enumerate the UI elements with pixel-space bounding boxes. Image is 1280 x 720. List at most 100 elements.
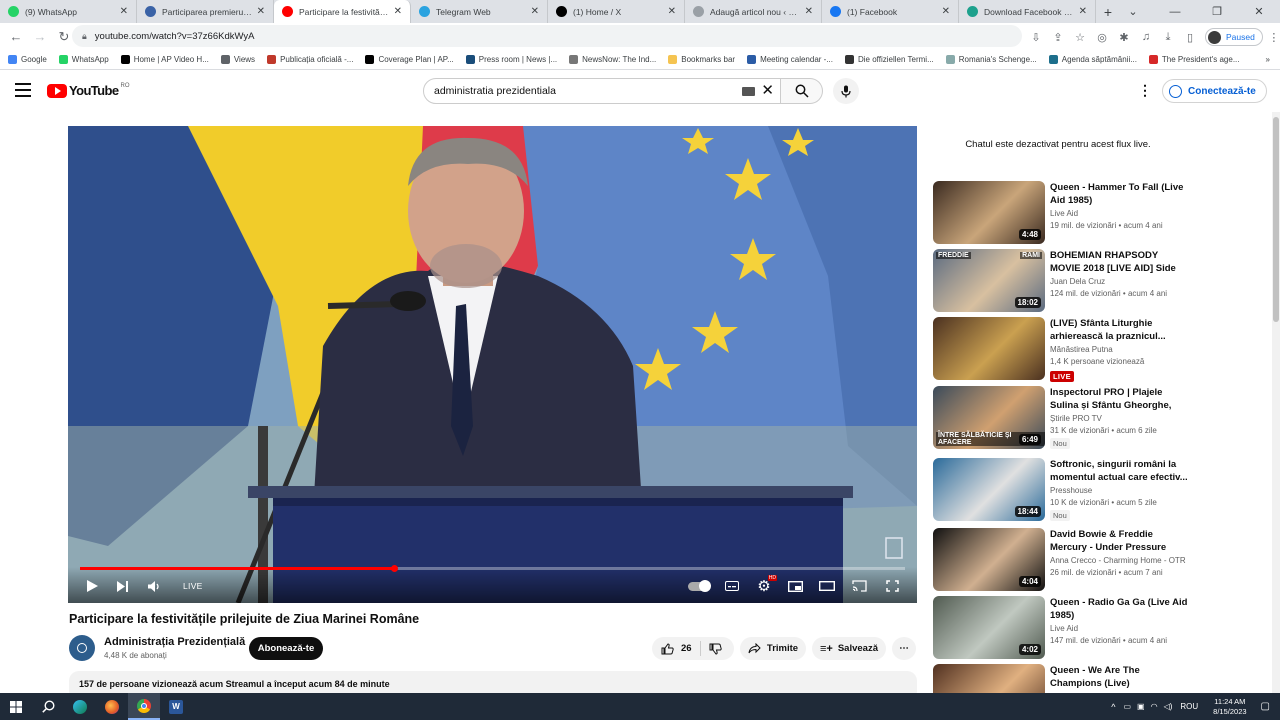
keyboard-icon[interactable] bbox=[742, 87, 755, 96]
taskbar-search-button[interactable] bbox=[32, 693, 64, 720]
browser-tab[interactable]: (1) Home / X ✕ bbox=[548, 0, 685, 23]
browser-tab[interactable]: (1) Facebook ✕ bbox=[822, 0, 959, 23]
video-thumbnail[interactable]: 4:48 bbox=[933, 181, 1045, 244]
clock[interactable]: 11:24 AM 8/15/2023 bbox=[1213, 697, 1246, 717]
save-button[interactable]: ≡+ Salvează bbox=[812, 637, 886, 660]
recommended-video[interactable]: 4:04 David Bowie & Freddie Mercury - Unde… bbox=[933, 528, 1263, 594]
firefox-taskbar-icon[interactable] bbox=[96, 693, 128, 720]
recommended-title[interactable]: (LIVE) Sfânta Liturghie arhierească la p… bbox=[1050, 317, 1188, 343]
start-button[interactable] bbox=[0, 693, 32, 720]
browser-tab[interactable]: Participare la festivitățile p ✕ bbox=[274, 0, 411, 23]
bookmark-item[interactable]: Meeting calendar -... bbox=[747, 55, 833, 64]
live-indicator[interactable]: LIVE bbox=[183, 577, 203, 595]
minimize-button[interactable]: — bbox=[1154, 0, 1196, 23]
recommended-channel[interactable]: Mănăstirea Putna bbox=[1050, 345, 1113, 354]
tab-close-icon[interactable]: ✕ bbox=[668, 6, 676, 17]
show-hidden-icons[interactable]: ^ bbox=[1111, 702, 1115, 712]
restore-button[interactable]: ❐ bbox=[1196, 0, 1238, 23]
network-icon[interactable]: ▭ bbox=[1123, 702, 1131, 711]
page-scrollbar[interactable] bbox=[1272, 112, 1280, 693]
recommended-title[interactable]: Queen - Hammer To Fall (Live Aid 1985) bbox=[1050, 181, 1188, 207]
video-thumbnail[interactable]: 4:02 bbox=[933, 596, 1045, 659]
bookmark-item[interactable]: NewsNow: The Ind... bbox=[569, 55, 656, 64]
browser-menu-icon[interactable]: ⋮ bbox=[1263, 26, 1280, 48]
browser-tab[interactable]: Telegram Web ✕ bbox=[411, 0, 548, 23]
recommended-title[interactable]: Queen - Radio Ga Ga (Live Aid 1985) bbox=[1050, 596, 1188, 622]
miniplayer-button[interactable] bbox=[786, 577, 804, 595]
progress-bar[interactable] bbox=[80, 565, 905, 572]
recommended-video[interactable]: FREDDIE RAMI 18:02 BOHEMIAN RHAPSODY MOVIE … bbox=[933, 249, 1263, 315]
video-thumbnail[interactable]: FREDDIE RAMI 18:02 bbox=[933, 249, 1045, 312]
browser-tab[interactable]: Participarea premierului M ✕ bbox=[137, 0, 274, 23]
play-button[interactable] bbox=[84, 577, 100, 595]
close-window-button[interactable]: ✕ bbox=[1238, 0, 1280, 23]
bookmark-item[interactable]: Agenda săptămânii... bbox=[1048, 55, 1137, 64]
extension-globe-icon[interactable]: ◎ bbox=[1091, 26, 1113, 48]
recommended-channel[interactable]: Live Aid bbox=[1050, 209, 1078, 218]
bookmark-item[interactable]: Bookmarks bar bbox=[668, 55, 735, 64]
word-taskbar-icon[interactable]: W bbox=[160, 693, 192, 720]
recommended-title[interactable]: David Bowie & Freddie Mercury - Under Pr… bbox=[1050, 528, 1188, 554]
wifi-icon[interactable]: ◠ bbox=[1151, 702, 1158, 711]
settings-menu-icon[interactable]: ⋮ bbox=[1138, 82, 1152, 99]
recommended-video[interactable]: (LIVE) Sfânta Liturghie arhierească la p… bbox=[933, 317, 1263, 383]
chrome-taskbar-icon[interactable] bbox=[128, 693, 160, 720]
tab-close-icon[interactable]: ✕ bbox=[257, 6, 265, 17]
media-control-icon[interactable]: ♫ bbox=[1135, 26, 1157, 48]
recommended-channel[interactable]: Juan Dela Cruz bbox=[1050, 277, 1105, 286]
recommended-title[interactable]: Queen - We Are The Champions (Live) bbox=[1050, 664, 1188, 690]
video-thumbnail[interactable]: ÎNTRE SĂLBĂTICIE ȘI AFACERE 6:49 bbox=[933, 386, 1045, 449]
search-button[interactable] bbox=[781, 78, 823, 104]
recommended-video[interactable]: ÎNTRE SĂLBĂTICIE ȘI AFACERE 6:49 Inspector… bbox=[933, 386, 1263, 452]
subscribe-button[interactable]: Abonează-te bbox=[249, 637, 323, 660]
recommended-video[interactable]: 18:44 Softronic, singurii români la momen… bbox=[933, 458, 1263, 524]
theater-mode-button[interactable] bbox=[818, 577, 836, 595]
bookmark-item[interactable]: The President's age... bbox=[1148, 55, 1240, 64]
bookmark-item[interactable]: Google bbox=[8, 55, 47, 64]
display-icon[interactable]: ▣ bbox=[1137, 702, 1145, 711]
notifications-icon[interactable]: ▢ bbox=[1261, 701, 1270, 712]
site-info-icon[interactable]: 🔒︎ bbox=[82, 31, 87, 42]
bookmark-item[interactable]: Press room | News |... bbox=[465, 55, 557, 64]
next-button[interactable] bbox=[115, 577, 131, 595]
edge-taskbar-icon[interactable] bbox=[64, 693, 96, 720]
cast-button[interactable] bbox=[850, 577, 868, 595]
tab-close-icon[interactable]: ✕ bbox=[120, 6, 128, 17]
share-icon[interactable]: ⇪ bbox=[1047, 26, 1069, 48]
share-button[interactable]: Trimite bbox=[740, 637, 806, 660]
browser-tab[interactable]: Download Facebook Video ✕ bbox=[959, 0, 1096, 23]
browser-tab[interactable]: (9) WhatsApp ✕ bbox=[0, 0, 137, 23]
tab-close-icon[interactable]: ✕ bbox=[531, 6, 539, 17]
scrubber-handle[interactable] bbox=[390, 565, 398, 572]
guide-menu-icon[interactable] bbox=[15, 83, 31, 97]
side-panel-icon[interactable]: ▯ bbox=[1179, 26, 1201, 48]
video-thumbnail[interactable] bbox=[933, 317, 1045, 380]
bookmark-item[interactable]: Publicația oficială -... bbox=[267, 55, 353, 64]
sign-in-button[interactable]: Conectează-te bbox=[1162, 79, 1267, 103]
bookmark-item[interactable]: WhatsApp bbox=[58, 55, 109, 64]
recommended-channel[interactable]: Anna Crecco - Charming Home - OTR bbox=[1050, 556, 1186, 565]
bookmark-item[interactable]: Romania's Schenge... bbox=[945, 55, 1037, 64]
back-button[interactable]: ← bbox=[4, 25, 28, 49]
bookmarks-overflow-icon[interactable]: » bbox=[1266, 55, 1270, 64]
profile-button[interactable]: Paused bbox=[1205, 28, 1263, 46]
voice-search-button[interactable] bbox=[833, 78, 859, 104]
speaker-icon[interactable]: ◁) bbox=[1164, 702, 1173, 711]
settings-button[interactable]: ⚙ HD bbox=[754, 575, 777, 595]
recommended-title[interactable]: BOHEMIAN RHAPSODY MOVIE 2018 [LIVE AID] … bbox=[1050, 249, 1188, 275]
scrollbar-thumb[interactable] bbox=[1273, 117, 1279, 322]
video-thumbnail[interactable]: 18:44 bbox=[933, 458, 1045, 521]
language-indicator[interactable]: ROU bbox=[1180, 702, 1198, 711]
browser-tab[interactable]: Adaugă articol nou ‹ Gând ✕ bbox=[685, 0, 822, 23]
tab-close-icon[interactable]: ✕ bbox=[1079, 6, 1087, 17]
dislike-button[interactable] bbox=[701, 643, 730, 655]
recommended-video[interactable]: 4:48 Queen - Hammer To Fall (Live Aid 198… bbox=[933, 181, 1263, 247]
recommended-channel[interactable]: Știrile PRO TV bbox=[1050, 414, 1102, 423]
extensions-puzzle-icon[interactable]: ✱ bbox=[1113, 26, 1135, 48]
bookmark-item[interactable]: Home | AP Video H... bbox=[120, 55, 209, 64]
recommended-video[interactable]: 4:02 Queen - Radio Ga Ga (Live Aid 1985) L… bbox=[933, 596, 1263, 662]
more-actions-button[interactable]: ⋯ bbox=[892, 637, 916, 660]
recommended-channel[interactable]: Live Aid bbox=[1050, 624, 1078, 633]
bookmark-item[interactable]: Die offiziellen Termi... bbox=[845, 55, 934, 64]
video-player[interactable]: LIVE ⚙ HD bbox=[68, 126, 917, 603]
